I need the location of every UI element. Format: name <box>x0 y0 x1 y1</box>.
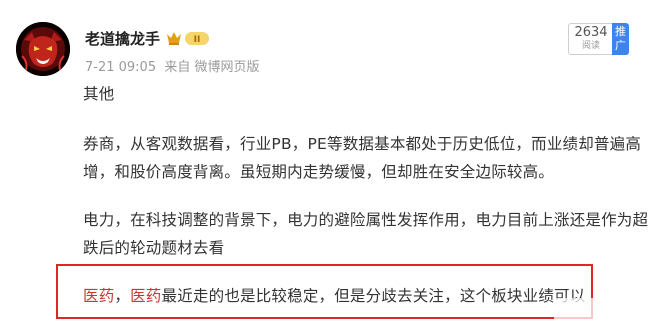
username-link[interactable]: 老道擒龙手 <box>85 28 160 49</box>
post-timestamp[interactable]: 7-21 09:05 <box>85 60 156 75</box>
source-prefix: 来自 <box>164 60 191 75</box>
fade-overlay <box>554 298 670 328</box>
promote-button[interactable]: 推 广 <box>612 23 629 55</box>
post-paragraph-3: 电力，在科技调整的背景下，电力的避险属性发挥作用，电力目前上涨还是作为超跌后的轮… <box>83 211 649 257</box>
read-count: 2634 <box>574 25 608 40</box>
read-label: 阅读 <box>581 41 600 51</box>
paragraph-4-text: 最近走的也是比较稳定，但是分歧去关注，这个板块业绩可以 <box>161 287 586 305</box>
keyword-medicine-1: 医药 <box>83 287 115 305</box>
separator: ， <box>114 287 131 305</box>
read-count-box: 2634 阅读 <box>568 23 613 55</box>
post-paragraph-1: 其他 <box>83 85 115 103</box>
avatar[interactable] <box>16 22 70 76</box>
vip-badge-icon[interactable]: II <box>165 29 211 47</box>
dragon-avatar-icon <box>16 22 70 76</box>
post-source-link[interactable]: 微博网页版 <box>195 60 260 75</box>
promote-label-1: 推 <box>615 25 626 38</box>
promote-label-2: 广 <box>615 39 626 52</box>
post-paragraph-2: 券商，从客观数据看，行业PB，PE等数据基本都处于历史低位，而业绩却普遍高增，和… <box>83 135 642 181</box>
keyword-medicine-2: 医药 <box>130 287 162 305</box>
badge-level-text: II <box>194 35 201 45</box>
post-meta: 7-21 09:05 来自 微博网页版 <box>85 56 260 75</box>
